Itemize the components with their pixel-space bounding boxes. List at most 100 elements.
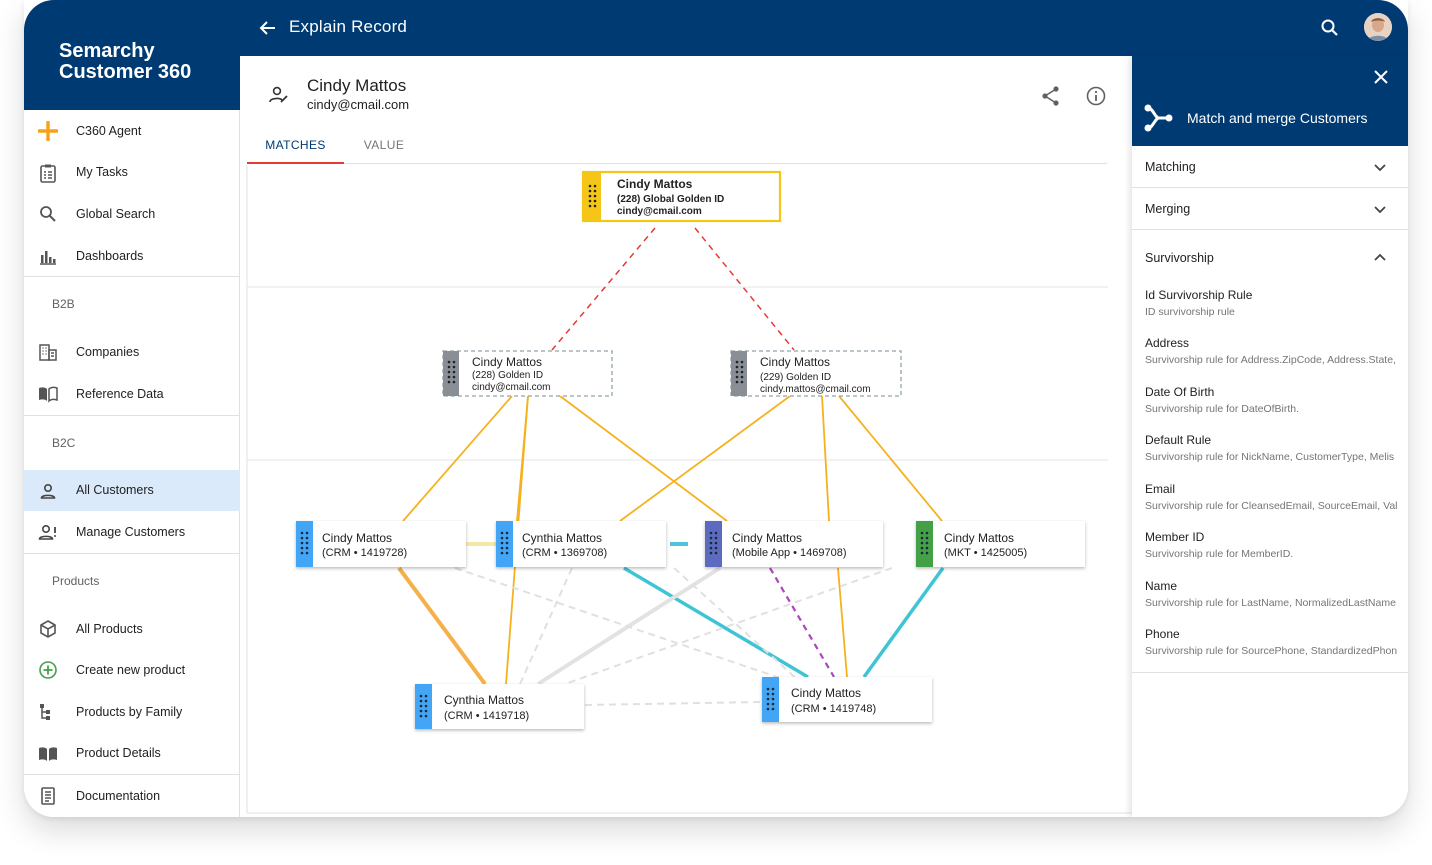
brand-line2: Customer 360 [59,61,192,83]
sidebar-item-dashboards[interactable]: Dashboards [24,235,240,277]
accordion-title: Merging [1145,202,1191,216]
search-icon[interactable] [1318,16,1342,40]
chevron-down-icon [1372,201,1388,217]
survivorship-rule[interactable]: Name Survivorship rule for LastName, Nor… [1145,579,1408,609]
sidebar-item-label: Documentation [76,788,161,803]
rule-name: Default Rule [1145,433,1212,447]
section-header-b2b: B2B [24,276,240,331]
sidebar-item-companies[interactable]: Companies [24,331,240,373]
master-node-mkt-1425005[interactable]: Cindy Mattos (MKT • 1425005) [916,521,1085,567]
chevron-down-icon [1372,159,1388,175]
survivorship-rule[interactable]: Phone Survivorship rule for SourcePhone,… [1145,627,1408,657]
nav-list: C360 Agent My Tasks Global Search Dashbo… [24,110,240,817]
node-email: cindy.mattos@cmail.com [760,384,871,395]
master-node-crm-1419748[interactable]: Cindy Mattos (CRM • 1419748) [762,677,932,722]
survivorship-rule[interactable]: Member ID Survivorship rule for MemberID… [1145,530,1408,560]
sidebar-item-products-by-family[interactable]: Products by Family [24,691,240,733]
sparkle-icon [37,120,59,142]
rule-name: Address [1145,336,1190,350]
sidebar-item-c360-agent[interactable]: C360 Agent [24,110,240,152]
panel-header: Match and merge Customers [1132,56,1408,146]
person-icon [38,481,58,501]
sidebar-item-all-customers[interactable]: All Customers [24,469,240,512]
node-name: Cynthia Mattos [444,693,524,707]
node-id: (CRM • 1419748) [791,703,876,715]
sidebar-item-all-products[interactable]: All Products [24,608,240,650]
master-node-crm-1419728[interactable]: Cindy Mattos (CRM • 1419728) [296,521,466,567]
survivorship-rule[interactable]: Email Survivorship rule for CleansedEmai… [1145,482,1408,512]
person-alert-icon [38,522,58,542]
record-email: cindy@cmail.com [307,97,410,112]
section-label: B2B [52,297,75,312]
sidebar-item-label: All Customers [76,483,154,498]
sidebar-item-label: Global Search [76,206,156,221]
person-edit-icon [268,84,290,106]
rule-description: Survivorship rule for LastName, Normaliz… [1145,597,1396,609]
section-label: B2C [52,435,76,450]
sidebar-item-my-tasks[interactable]: My Tasks [24,152,240,194]
master-node-crm-1369708[interactable]: Cynthia Mattos (CRM • 1369708) [496,521,666,567]
section-header-products: Products [24,552,240,608]
section-label: Products [52,573,100,588]
survivorship-rule[interactable]: Default Rule Survivorship rule for NickN… [1145,433,1408,463]
user-avatar[interactable] [1364,13,1392,41]
tab-matches[interactable]: MATCHES [247,128,344,164]
node-name: Cindy Mattos [791,686,861,700]
book-open-icon [38,744,58,764]
node-name: Cindy Mattos [322,531,392,545]
golden-node-228[interactable]: Cindy Mattos (228) Golden ID cindy@cmail… [442,350,613,397]
accordion-survivorship[interactable]: Survivorship Id Survivorship Rule ID sur… [1132,230,1408,673]
node-name: Cindy Mattos [617,177,693,191]
accordion-merging[interactable]: Merging [1132,188,1408,230]
node-name: Cindy Mattos [732,531,802,545]
sidebar-item-label: Companies [76,345,140,360]
sidebar-item-label: Dashboards [76,248,144,263]
master-node-crm-1419718[interactable]: Cynthia Mattos (CRM • 1419718) [415,684,584,729]
accordion-title: Survivorship [1145,251,1214,265]
tab-value[interactable]: VALUE [344,128,424,164]
accordion-matching[interactable]: Matching [1132,146,1408,188]
node-email: cindy@cmail.com [472,382,551,393]
sidebar-item-label: C360 Agent [76,123,142,138]
sidebar-item-label: Products by Family [76,704,183,719]
golden-node-229[interactable]: Cindy Mattos (229) Golden ID cindy.matto… [730,350,902,397]
plus-circle-icon [38,660,58,680]
sidebar-item-manage-customers[interactable]: Manage Customers [24,511,240,553]
rule-description: Survivorship rule for MemberID. [1145,548,1294,560]
page-title: Explain Record [289,17,408,36]
bar-chart-icon [38,246,58,266]
sidebar-item-label: Product Details [76,746,161,761]
global-golden-node[interactable]: Cindy Mattos (228) Global Golden ID cind… [581,170,782,223]
info-icon[interactable] [1085,85,1107,107]
share-icon[interactable] [1040,85,1062,107]
close-icon[interactable] [1371,67,1391,87]
node-name: Cindy Mattos [944,531,1014,545]
survivorship-rule[interactable]: Address Survivorship rule for Address.Zi… [1145,336,1408,366]
node-email: cindy@cmail.com [617,206,702,217]
master-node-mobile-1469708[interactable]: Cindy Mattos (Mobile App • 1469708) [705,521,883,567]
record-header: Cindy Mattos cindy@cmail.com [240,56,1132,116]
node-name: Cynthia Mattos [522,531,602,545]
match-merge-panel: Match and merge Customers Matching Mergi… [1132,56,1408,817]
node-id: (Mobile App • 1469708) [732,547,847,559]
survivorship-rule[interactable]: Id Survivorship Rule ID survivorship rul… [1145,288,1408,318]
book-icon [38,384,58,404]
app-window: Explain Record Semarchy Customer 360 C36… [24,0,1408,817]
rule-description: Survivorship rule for Address.ZipCode, A… [1145,354,1396,366]
back-arrow-icon[interactable] [254,14,282,42]
survivorship-rule[interactable]: Date Of Birth Survivorship rule for Date… [1145,385,1408,415]
rule-name: Id Survivorship Rule [1145,288,1253,302]
sidebar-item-global-search[interactable]: Global Search [24,193,240,235]
rule-description: Survivorship rule for CleansedEmail, Sou… [1145,500,1398,512]
sidebar-item-label: Reference Data [76,386,164,401]
sidebar-item-label: All Products [76,621,143,636]
brand-header: Semarchy Customer 360 [24,0,240,110]
sidebar-item-create-new-product[interactable]: Create new product [24,649,240,691]
sidebar-item-product-details[interactable]: Product Details [24,733,240,775]
sidebar-item-reference-data[interactable]: Reference Data [24,373,240,415]
section-header-b2c: B2C [24,414,240,470]
rule-name: Phone [1145,627,1180,641]
panel-title: Match and merge Customers [1187,110,1368,126]
sidebar-item-documentation[interactable]: Documentation [24,775,240,817]
merge-icon [1144,104,1174,132]
